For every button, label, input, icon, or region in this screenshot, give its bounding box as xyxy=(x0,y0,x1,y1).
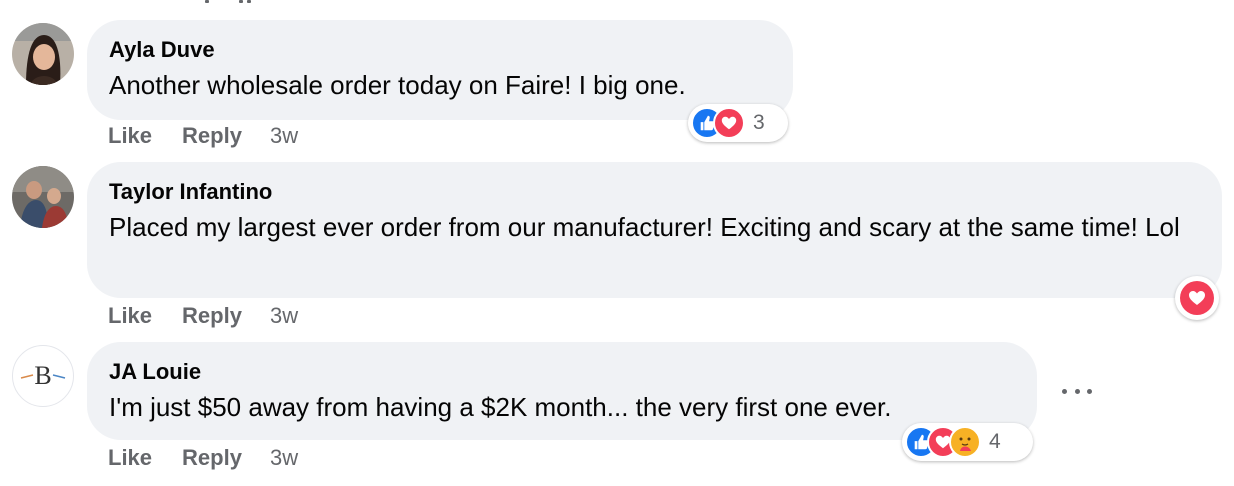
comment-timestamp[interactable]: 3w xyxy=(270,445,298,471)
comment-actions: Like Reply 3w xyxy=(108,445,298,471)
reaction-count: 4 xyxy=(989,430,1001,453)
comment-timestamp[interactable]: 3w xyxy=(270,303,298,329)
comment-actions: Like Reply 3w xyxy=(108,123,298,149)
reaction-summary[interactable] xyxy=(1175,276,1219,320)
comment-timestamp[interactable]: 3w xyxy=(270,123,298,149)
reaction-summary[interactable]: 3 xyxy=(688,104,788,142)
comment-bubble: Ayla Duve Another wholesale order today … xyxy=(87,20,793,120)
avatar-letter: B xyxy=(34,361,52,390)
avatar[interactable] xyxy=(12,166,74,228)
comment-text: Another wholesale order today on Faire! … xyxy=(109,70,686,100)
reply-button[interactable]: Reply xyxy=(182,123,242,149)
more-options-button[interactable] xyxy=(1062,384,1092,398)
dot-icon xyxy=(1087,388,1092,394)
reply-button[interactable]: Reply xyxy=(182,445,242,471)
comment-bubble: JA Louie I'm just $50 away from having a… xyxy=(87,342,1037,440)
previous-comment-fragment xyxy=(205,0,253,6)
reply-button[interactable]: Reply xyxy=(182,303,242,329)
avatar[interactable]: B xyxy=(12,345,74,407)
reaction-count: 3 xyxy=(753,111,765,134)
care-reaction-icon xyxy=(949,426,981,458)
reaction-summary[interactable]: 4 xyxy=(902,423,1033,461)
comment-actions: Like Reply 3w xyxy=(108,303,298,329)
comment-text: I'm just $50 away from having a $2K mont… xyxy=(109,392,892,422)
comment-bubble: Taylor Infantino Placed my largest ever … xyxy=(87,162,1222,298)
love-reaction-icon xyxy=(713,107,745,139)
love-reaction-icon xyxy=(1180,281,1214,315)
comment-text: Placed my largest ever order from our ma… xyxy=(109,212,1180,242)
avatar[interactable] xyxy=(12,23,74,85)
dot-icon xyxy=(1062,388,1067,394)
like-button[interactable]: Like xyxy=(108,303,152,329)
dot-icon xyxy=(1074,388,1080,394)
like-button[interactable]: Like xyxy=(108,123,152,149)
like-button[interactable]: Like xyxy=(108,445,152,471)
comment-author[interactable]: Ayla Duve xyxy=(109,37,773,63)
comment-author[interactable]: JA Louie xyxy=(109,359,1017,385)
comment-author[interactable]: Taylor Infantino xyxy=(109,179,1202,205)
